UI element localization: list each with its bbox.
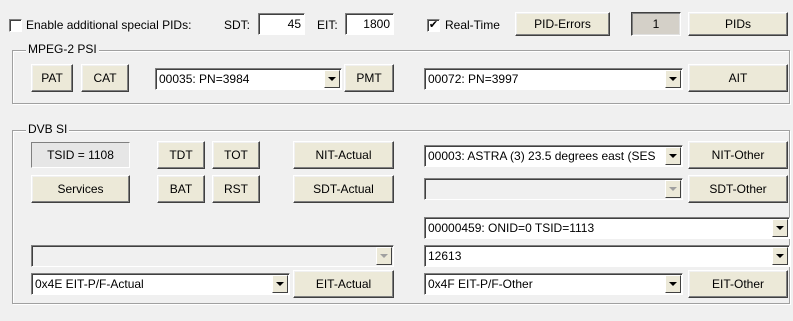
ait-program-select[interactable]: 00072: PN=3997 [424,68,683,90]
enable-special-pids-label: Enable additional special PIDs: [26,18,192,32]
chevron-down-icon[interactable] [665,70,681,88]
rst-button[interactable]: RST [212,175,260,203]
chevron-down-icon[interactable] [665,275,681,293]
sdt-actual-button[interactable]: SDT-Actual [293,175,394,203]
sdt-other-select[interactable] [424,178,683,200]
cat-button[interactable]: CAT [81,64,129,92]
eit-other-select[interactable]: 0x4F EIT-P/F-Other [424,273,683,295]
network-select[interactable]: 00003: ASTRA (3) 23.5 degrees east (SES [424,145,683,167]
eit-label: EIT: [317,18,338,32]
nit-actual-button[interactable]: NIT-Actual [293,141,394,169]
realtime-checkbox[interactable]: ✔ [427,19,440,32]
tdt-button[interactable]: TDT [157,141,205,169]
chevron-down-icon[interactable] [272,275,288,293]
pmt-button[interactable]: PMT [344,64,394,92]
services-button[interactable]: Services [31,175,130,203]
nit-other-button[interactable]: NIT-Other [688,141,788,169]
pid-errors-button[interactable]: PID-Errors [515,12,610,36]
service-select[interactable]: 12613 [424,245,790,267]
eit-other-button[interactable]: EIT-Other [688,270,788,298]
transport-stream-select[interactable]: 00000459: ONID=0 TSID=1113 [424,217,790,239]
enable-special-pids-checkbox[interactable] [9,19,22,32]
eit-actual-select[interactable]: 0x4E EIT-P/F-Actual [31,273,290,295]
bat-button[interactable]: BAT [157,175,205,203]
chevron-down-icon[interactable] [324,70,340,88]
ait-program-select-value: 00072: PN=3997 [428,72,519,86]
transport-stream-select-value: 00000459: ONID=0 TSID=1113 [428,221,595,235]
eit-pid-input[interactable]: 1800 [345,13,394,35]
realtime-label: Real-Time [445,18,500,32]
mpeg2-psi-legend: MPEG-2 PSI [26,42,99,56]
ait-button[interactable]: AIT [688,64,788,92]
eit-other-select-value: 0x4F EIT-P/F-Other [428,277,533,291]
dvb-si-legend: DVB SI [26,122,70,136]
error-counter-display: 1 [631,12,681,36]
sdt-other-button[interactable]: SDT-Other [688,175,788,203]
tsid-display: TSID = 1108 [31,142,130,168]
sdt-other-select-value [428,179,662,199]
chevron-down-icon[interactable] [772,247,788,265]
network-select-value: 00003: ASTRA (3) 23.5 degrees east (SES [428,149,656,163]
chevron-down-icon[interactable] [772,219,788,237]
sdt-label: SDT: [224,18,251,32]
eit-actual-button[interactable]: EIT-Actual [293,270,394,298]
pat-button[interactable]: PAT [31,64,73,92]
pids-button[interactable]: PIDs [688,12,788,36]
sdt-pid-input[interactable]: 45 [258,13,305,35]
service-select-value: 12613 [428,249,462,263]
tot-button[interactable]: TOT [212,141,260,169]
program-select[interactable]: 00035: PN=3984 [155,68,342,90]
chevron-down-icon [665,180,681,198]
check-icon: ✔ [428,19,439,31]
eit-actual-select-value: 0x4E EIT-P/F-Actual [35,277,144,291]
program-select-value: 00035: PN=3984 [159,72,250,86]
left-service-select-value [35,246,373,266]
left-service-select[interactable] [31,245,394,267]
chevron-down-icon[interactable] [665,147,681,165]
chevron-down-icon [376,247,392,265]
